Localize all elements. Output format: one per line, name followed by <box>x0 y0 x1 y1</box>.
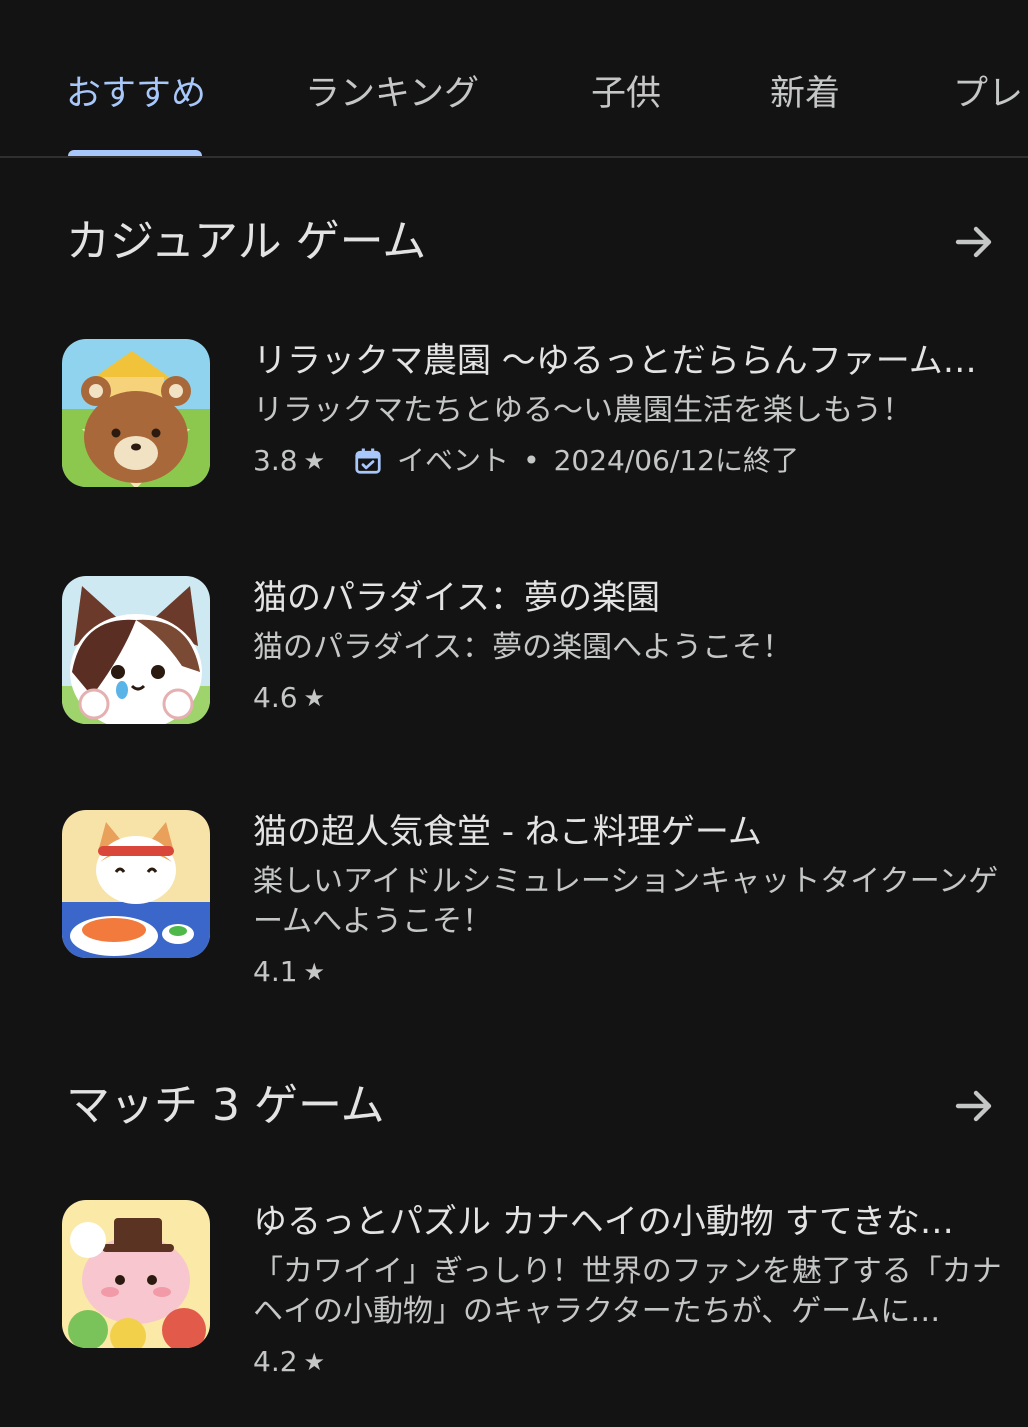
tab-new[interactable]: 新着 <box>770 72 840 116</box>
app-icon-rilakkuma <box>62 339 210 487</box>
app-description: リラックマたちとゆる〜い農園生活を楽しもう！ <box>253 393 913 428</box>
app-meta: 4.6 ★ <box>253 680 1013 716</box>
app-card-kanahei-puzzle[interactable]: ゆるっとパズル カナヘイの小動物 すてきな… 「カワイイ」ぎっしり！世界のファン… <box>62 1200 1012 1400</box>
star-icon: ★ <box>303 958 326 986</box>
section-title-match3: マッチ 3 ゲーム <box>66 1080 385 1131</box>
event-date: 2024/06/12に終了 <box>553 444 799 477</box>
arrow-right-icon[interactable] <box>950 218 998 266</box>
tab-premium[interactable]: プレ <box>953 72 1023 116</box>
star-icon: ★ <box>303 1348 326 1376</box>
app-rating: 4.1 <box>253 955 298 988</box>
app-icon-cat-paradise <box>62 576 210 724</box>
category-tab-bar: おすすめ ランキング 子供 新着 プレ <box>0 0 1028 158</box>
app-title: ゆるっとパズル カナヘイの小動物 すてきな… <box>253 1202 954 1242</box>
app-icon-kanahei-puzzle <box>62 1200 210 1348</box>
app-rating: 4.2 <box>253 1345 298 1378</box>
app-icon-cat-restaurant <box>62 810 210 958</box>
app-description: 楽しいアイドルシミュレーションキャットタイクーンゲームへようこそ！ <box>253 864 999 939</box>
active-tab-indicator <box>68 150 202 156</box>
app-title: リラックマ農園 〜ゆるっとだららんファーム… <box>253 341 977 381</box>
app-description: 猫のパラダイス：夢の楽園へようこそ！ <box>253 630 793 665</box>
arrow-right-icon[interactable] <box>950 1082 998 1130</box>
separator-dot: • <box>523 444 540 477</box>
tab-recommended[interactable]: おすすめ <box>66 72 206 116</box>
app-meta: 3.8 ★ イベント • 2024/06/12に終了 <box>253 443 1013 479</box>
app-rating: 3.8 <box>253 444 298 477</box>
section-title-casual: カジュアル ゲーム <box>66 216 427 267</box>
app-title: 猫の超人気食堂 - ねこ料理ゲーム <box>253 812 762 852</box>
app-rating: 4.6 <box>253 681 298 714</box>
app-meta: 4.2 ★ <box>253 1344 1013 1380</box>
app-card-rilakkuma[interactable]: リラックマ農園 〜ゆるっとだららんファーム… リラックマたちとゆる〜い農園生活を… <box>62 339 1012 499</box>
app-meta: 4.1 ★ <box>253 954 1013 990</box>
tab-kids[interactable]: 子供 <box>591 72 661 116</box>
event-label: イベント <box>397 444 510 477</box>
app-card-cat-restaurant[interactable]: 猫の超人気食堂 - ねこ料理ゲーム 楽しいアイドルシミュレーションキャットタイク… <box>62 810 1012 1010</box>
tab-ranking[interactable]: ランキング <box>305 72 479 116</box>
app-card-cat-paradise[interactable]: 猫のパラダイス：夢の楽園 猫のパラダイス：夢の楽園へようこそ！ 4.6 ★ <box>62 576 1012 726</box>
app-title: 猫のパラダイス：夢の楽園 <box>253 578 660 618</box>
star-icon: ★ <box>303 447 326 475</box>
star-icon: ★ <box>303 684 326 712</box>
app-description: 「カワイイ」ぎっしり！世界のファンを魅了する「カナヘイの小動物」のキャラクターた… <box>253 1254 1002 1329</box>
calendar-check-icon <box>355 448 381 474</box>
